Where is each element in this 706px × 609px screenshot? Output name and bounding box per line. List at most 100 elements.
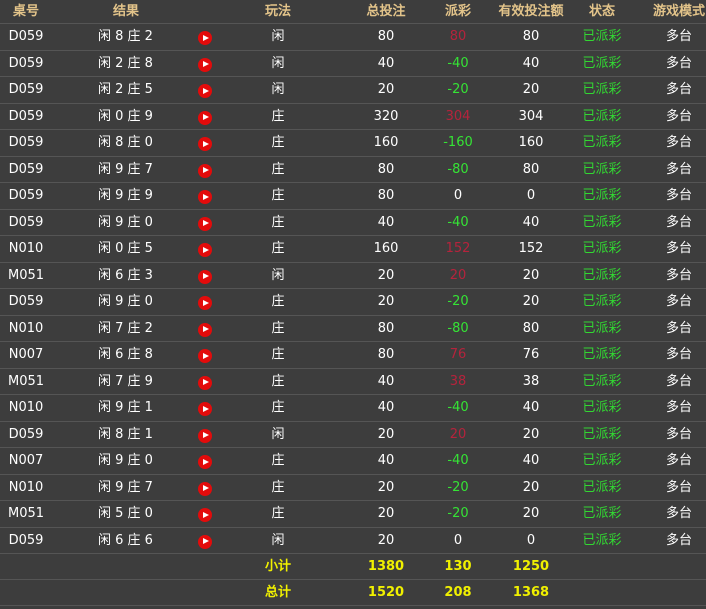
cell-valid-bet: 38 <box>522 373 540 389</box>
cell-table-no: D059 <box>8 82 44 97</box>
cell-game-mode: 多台 <box>665 161 692 177</box>
subtotal-valid-bet: 1250 <box>512 559 550 574</box>
cell-play-type: 闲 <box>271 29 285 44</box>
play-circle-icon[interactable] <box>198 163 212 178</box>
play-circle-icon[interactable] <box>198 110 212 125</box>
cell-status: 已派彩 <box>582 426 622 442</box>
cell-play-type: 庄 <box>271 161 285 177</box>
cell-table-no: D059 <box>8 29 44 44</box>
cell-status: 已派彩 <box>582 294 622 309</box>
subtotal-label: 小计 <box>264 559 291 574</box>
cell-status: 已派彩 <box>582 373 622 389</box>
cell-game-mode: 多台 <box>665 506 692 521</box>
cell-valid-bet: 20 <box>522 267 540 283</box>
play-circle-icon[interactable] <box>198 137 212 151</box>
cell-valid-bet: 40 <box>522 55 540 71</box>
cell-result: 闲 9 庄 7 <box>98 161 153 177</box>
play-circle-icon[interactable] <box>198 190 212 204</box>
cell-status: 已派彩 <box>582 400 622 415</box>
cell-play-type: 闲 <box>271 426 285 442</box>
cell-game-mode: 多台 <box>665 108 692 124</box>
play-circle-icon[interactable] <box>198 57 212 72</box>
cell-status: 已派彩 <box>582 267 622 283</box>
cell-table-no: D059 <box>8 426 44 442</box>
play-circle-icon[interactable] <box>198 322 212 337</box>
play-circle-icon[interactable] <box>198 481 212 496</box>
table-row: N007 闲 9 庄 0 庄 40 -40 40 已派彩 多台 <box>0 448 706 475</box>
cell-result: 闲 5 庄 0 <box>98 506 153 521</box>
cell-result: 闲 6 庄 8 <box>98 347 153 362</box>
play-circle-icon[interactable] <box>198 428 212 443</box>
play-circle-icon[interactable] <box>198 296 212 310</box>
cell-play-type: 庄 <box>271 479 285 495</box>
table-row: D059 闲 8 庄 0 庄 160 -160 160 已派彩 多台 <box>0 130 706 157</box>
table-row: D059 闲 9 庄 7 庄 80 -80 80 已派彩 多台 <box>0 157 706 183</box>
cell-play-type: 庄 <box>271 453 285 468</box>
cell-valid-bet: 304 <box>518 108 544 124</box>
cell-status: 已派彩 <box>582 347 622 362</box>
cell-play-type: 庄 <box>271 188 285 203</box>
cell-status: 已派彩 <box>582 479 622 495</box>
play-circle-icon[interactable] <box>198 534 212 549</box>
play-circle-icon[interactable] <box>198 375 212 390</box>
play-circle-icon[interactable] <box>198 508 212 522</box>
cell-table-no: N010 <box>8 320 44 336</box>
cell-status: 已派彩 <box>582 82 622 97</box>
cell-valid-bet: 40 <box>522 453 540 468</box>
cell-table-no: D059 <box>8 108 44 124</box>
table-row: N010 闲 0 庄 5 庄 160 152 152 已派彩 多台 <box>0 236 706 263</box>
cell-table-no: D059 <box>8 161 44 177</box>
play-circle-icon[interactable] <box>198 243 212 257</box>
subtotal-row: 小计 1380 130 1250 <box>0 554 706 580</box>
play-circle-icon[interactable] <box>198 31 212 45</box>
table-row: N010 闲 9 庄 7 庄 20 -20 20 已派彩 多台 <box>0 475 706 501</box>
play-circle-icon[interactable] <box>198 84 212 98</box>
cell-valid-bet: 80 <box>522 320 540 336</box>
cell-result: 闲 2 庄 5 <box>98 82 153 97</box>
cell-valid-bet: 0 <box>526 188 536 203</box>
play-circle-icon[interactable] <box>198 455 212 469</box>
cell-valid-bet: 20 <box>522 82 540 97</box>
cell-result: 闲 9 庄 0 <box>98 214 153 230</box>
cell-game-mode: 多台 <box>665 400 692 415</box>
grandtotal-label: 总计 <box>264 585 291 600</box>
cell-play-type: 庄 <box>271 294 285 309</box>
table-row: D059 闲 9 庄 9 庄 80 0 0 已派彩 多台 <box>0 183 706 210</box>
cell-play-type: 庄 <box>271 506 285 521</box>
cell-game-mode: 多台 <box>665 241 692 256</box>
cell-result: 闲 2 庄 8 <box>98 55 153 71</box>
cell-play-type: 闲 <box>271 55 285 71</box>
play-circle-icon[interactable] <box>198 216 212 231</box>
play-circle-icon[interactable] <box>198 269 212 284</box>
header-table-no: 桌号 <box>12 4 39 19</box>
cell-status: 已派彩 <box>582 214 622 230</box>
table-row: D059 闲 6 庄 6 闲 20 0 0 已派彩 多台 <box>0 528 706 554</box>
cell-game-mode: 多台 <box>665 214 692 230</box>
cell-table-no: D059 <box>8 532 44 548</box>
play-circle-icon[interactable] <box>198 349 212 363</box>
cell-result: 闲 8 庄 2 <box>98 29 153 44</box>
table-body: D059 闲 8 庄 2 闲 80 80 80 已派彩 多台 D059 闲 2 庄 8 闲 40 -40… <box>0 24 706 554</box>
cell-game-mode: 多台 <box>665 188 692 203</box>
header-play-type: 玩法 <box>264 4 291 19</box>
cell-status: 已派彩 <box>582 453 622 468</box>
cell-table-no: M051 <box>7 267 45 283</box>
cell-game-mode: 多台 <box>665 29 692 44</box>
cell-valid-bet: 20 <box>522 506 540 521</box>
cell-play-type: 庄 <box>271 373 285 389</box>
cell-result: 闲 6 庄 3 <box>98 267 153 283</box>
cell-status: 已派彩 <box>582 29 622 44</box>
play-circle-icon[interactable] <box>198 402 212 416</box>
cell-table-no: D059 <box>8 214 44 230</box>
cell-table-no: D059 <box>8 135 44 150</box>
header-valid-bet: 有效投注额 <box>498 4 564 19</box>
table-row: D059 闲 8 庄 1 闲 20 20 20 已派彩 多台 <box>0 422 706 448</box>
cell-valid-bet: 160 <box>518 135 544 150</box>
cell-status: 已派彩 <box>582 532 622 548</box>
table-row: D059 闲 9 庄 0 庄 40 -40 40 已派彩 多台 <box>0 210 706 236</box>
cell-status: 已派彩 <box>582 241 622 256</box>
cell-game-mode: 多台 <box>665 82 692 97</box>
cell-table-no: D059 <box>8 55 44 71</box>
table-row: D059 闲 0 庄 9 庄 320 304 304 已派彩 多台 <box>0 104 706 130</box>
cell-table-no: N010 <box>8 479 44 495</box>
